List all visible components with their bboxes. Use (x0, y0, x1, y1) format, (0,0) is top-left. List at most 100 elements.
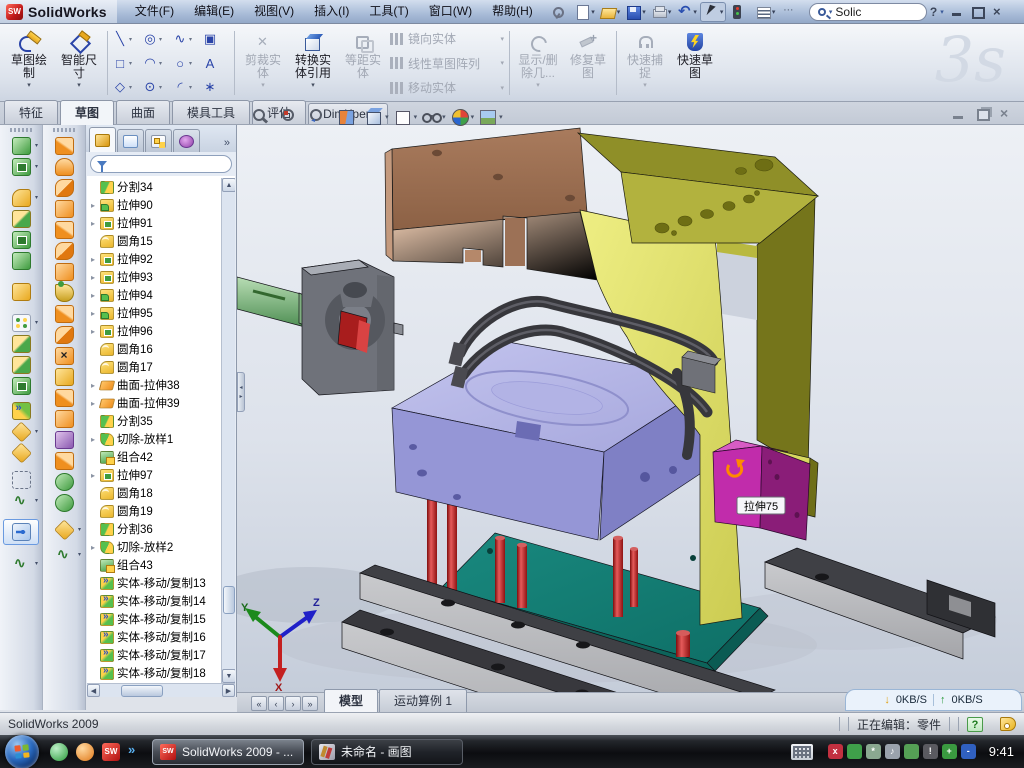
menu-item[interactable]: 窗口(W) (419, 0, 482, 23)
deform-icon[interactable]: ▾ (4, 421, 38, 442)
doc-restore-button[interactable] (976, 108, 990, 120)
ruled-surface-icon[interactable]: ▾ (47, 177, 81, 198)
tree-item[interactable]: ▸ 实体-移动/复制16 (87, 628, 221, 646)
expand-arrow-icon[interactable]: ▸ (89, 471, 97, 480)
sketch-entity-button[interactable]: ◜▾ (171, 79, 201, 95)
tree-item[interactable]: ▸ 切除-放样1 (87, 430, 221, 448)
combine-bodies-icon[interactable]: ▾ (4, 333, 38, 354)
sketch-entity-button[interactable]: □▾ (111, 56, 141, 71)
menu-item[interactable]: 帮助(H) (482, 0, 543, 23)
expand-arrow-icon[interactable]: ▸ (89, 219, 97, 228)
planar-surface-icon[interactable]: ▾ (47, 261, 81, 282)
sketch-entity-button[interactable]: ○▾ (171, 56, 201, 71)
sketch-entity-button[interactable]: ∿▾ (171, 31, 201, 47)
tree-item[interactable]: ▸ 拉伸97 (87, 466, 221, 484)
core-icon[interactable]: ▾ (47, 324, 81, 345)
save-icon[interactable]: ▾ (623, 2, 648, 22)
scroll-up-button[interactable]: ▲ (222, 178, 235, 192)
more-commands-icon[interactable]: ⋯ ▾ (778, 2, 803, 22)
menu-item[interactable]: 文件(F) (125, 0, 184, 23)
split-body-icon[interactable]: ▾ (4, 375, 38, 396)
instant3d-icon[interactable]: ▾ (3, 519, 39, 545)
previous-view-icon[interactable]: ▾ (307, 107, 333, 127)
split-line-icon[interactable]: ▾ (47, 135, 81, 156)
featuremanager-tab-icon[interactable] (89, 127, 116, 152)
tree-item[interactable]: ▸ 曲面-拉伸38 (87, 376, 221, 394)
volume-icon[interactable]: ♪ (885, 744, 900, 759)
tree-item[interactable]: ▸ 实体-移动/复制14 (87, 592, 221, 610)
search-input[interactable]: Solic (835, 5, 861, 19)
expand-arrow-icon[interactable]: ▸ (89, 201, 97, 210)
open-icon[interactable]: ▾ (598, 2, 623, 22)
knit-surface-icon[interactable]: ▾ (47, 366, 81, 387)
new-document-icon[interactable]: ▾ (572, 2, 597, 22)
command-tab[interactable]: 曲面 (116, 100, 170, 124)
thicken-icon[interactable]: ▾ (47, 471, 81, 492)
split-icon[interactable]: ▾ (4, 354, 38, 375)
wrap-icon[interactable]: ▾ (4, 281, 38, 302)
command-tab[interactable]: 草图 (60, 100, 114, 125)
sketch-tool-icon[interactable]: ▾ (4, 553, 38, 574)
draft-tool-icon[interactable]: ▾ (47, 156, 81, 177)
model-short-red-pin[interactable] (676, 630, 690, 657)
cut-extrude-icon[interactable]: ▾ (4, 156, 38, 177)
print-icon[interactable]: ▾ (649, 2, 674, 22)
offset-entities-button[interactable]: 等距实 体 (338, 27, 388, 99)
usb-device-icon[interactable] (904, 744, 919, 759)
restore-button[interactable] (970, 6, 984, 18)
sketch-entity-button[interactable]: ◇▾ (111, 79, 141, 95)
prev-tab-button[interactable]: ‹ (268, 696, 284, 711)
move-face-icon[interactable]: ▾ (47, 519, 81, 540)
menu-item[interactable]: 编辑(E) (184, 0, 244, 23)
scroll-right-button[interactable]: ▶ (222, 684, 235, 697)
tree-item[interactable]: ▸ 拉伸90 (87, 196, 221, 214)
curve-icon[interactable]: ▾ (4, 469, 38, 490)
tree-item[interactable]: ▸ 分割34 (87, 178, 221, 196)
sync-icon[interactable]: - (961, 744, 976, 759)
tree-item[interactable]: ▸ 组合43 (87, 556, 221, 574)
command-tab[interactable]: 模具工具 (172, 100, 250, 124)
delete-hole-icon[interactable]: ▾ (47, 345, 81, 366)
doc-minimize-button[interactable] (952, 108, 966, 120)
taskbar-task-button[interactable]: SW SolidWorks 2009 - ... (152, 739, 304, 765)
expand-arrow-icon[interactable]: ▸ (89, 255, 97, 264)
language-bar-icon[interactable] (791, 744, 813, 760)
tree-item[interactable]: ▸ 分割36 (87, 520, 221, 538)
tree-filter-input[interactable] (90, 155, 232, 173)
smart-dimension-button[interactable]: 智能尺 寸▾ (54, 27, 104, 99)
dimxpertmanager-tab-icon[interactable] (173, 129, 200, 152)
propertymanager-tab-icon[interactable] (117, 129, 144, 152)
display-delete-relations-button[interactable]: 显示/删 除几...▾ (513, 27, 563, 99)
tree-item[interactable]: ▸ 圆角16 (87, 340, 221, 358)
expand-arrow-icon[interactable]: ▸ (89, 381, 97, 390)
sketch-entity-button[interactable]: A▾ (201, 56, 231, 71)
trim-entities-button[interactable]: 剪裁实 体▾ (238, 27, 288, 99)
view-orientation-icon[interactable]: ▾ (364, 107, 390, 127)
quicklaunch-more-icon[interactable]: » (128, 743, 146, 761)
edit-appearance-icon[interactable]: ▾ (450, 107, 476, 127)
convert-entities-button[interactable]: 转换实 体引用▾ (288, 27, 338, 99)
tree-item[interactable]: ▸ 拉伸92 (87, 250, 221, 268)
health-icon[interactable]: + (942, 744, 957, 759)
display-style-icon[interactable]: ▾ (393, 107, 419, 127)
solidworks-launcher-icon[interactable]: SW (102, 743, 120, 761)
media-icon[interactable] (76, 743, 94, 761)
tree-item[interactable]: ▸ 圆角19 (87, 502, 221, 520)
tooling-split-icon[interactable]: ▾ (47, 303, 81, 324)
sketch-entity-button[interactable]: ◎▾ (141, 31, 171, 47)
quick-tips-icon[interactable]: ? (967, 717, 983, 732)
move-copy-body-icon[interactable]: ▾ (4, 400, 38, 421)
model-tab[interactable]: 运动算例 1 (379, 689, 467, 712)
model-tab[interactable]: 模型 (324, 689, 378, 712)
expand-arrow-icon[interactable]: ▸ (89, 327, 97, 336)
minimize-button[interactable] (950, 6, 964, 18)
panel-splitter-handle[interactable]: ◂▸ (237, 372, 245, 412)
rapid-sketch-button[interactable]: 快速草 图 (670, 27, 720, 99)
select-icon[interactable]: ▾ (700, 2, 727, 22)
warning-icon[interactable]: ! (923, 744, 938, 759)
tree-item[interactable]: ▸ 圆角17 (87, 358, 221, 376)
messenger-icon[interactable] (50, 743, 68, 761)
help-caret-icon[interactable]: ▾ (940, 8, 944, 16)
help-button[interactable]: ? (927, 5, 940, 19)
sketch-entity-button[interactable]: ╲▾ (111, 31, 141, 47)
